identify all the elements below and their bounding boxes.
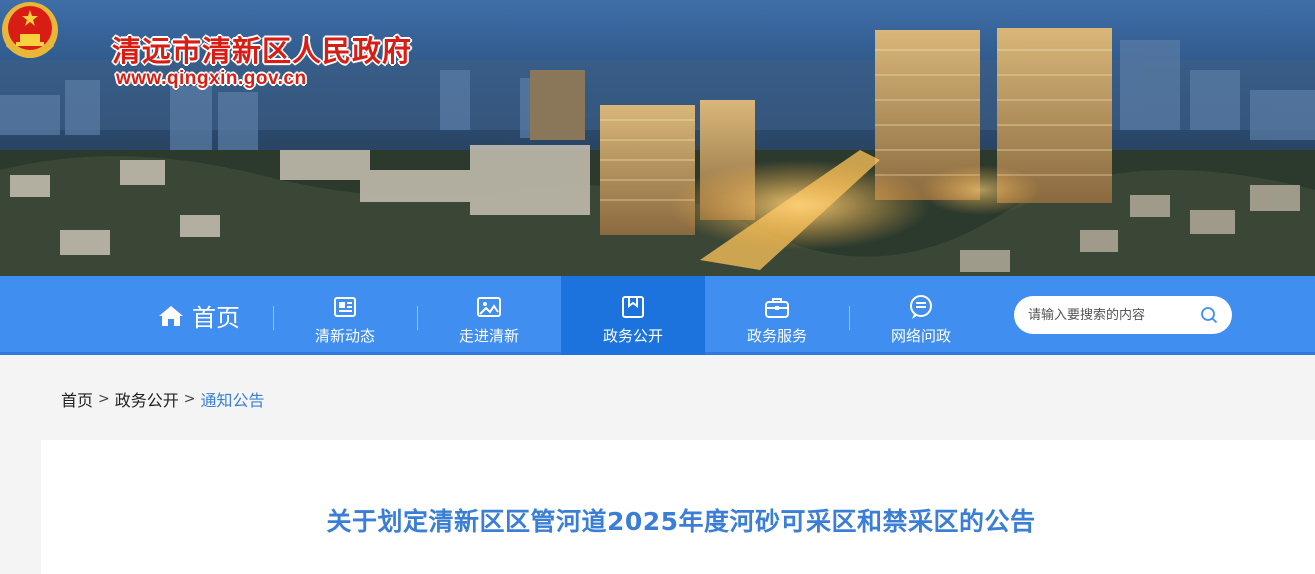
breadcrumb-separator: > [98,391,110,407]
nav-item-about[interactable]: 走进清新 [417,276,561,355]
article-panel: 关于划定清新区区管河道2025年度河砂可采区和禁采区的公告 [41,440,1315,574]
nav-item-label: 走进清新 [458,327,519,345]
nav-item-services[interactable]: 政务服务 [705,276,849,355]
breadcrumb-notices-link[interactable]: 通知公告 [201,387,265,411]
main-nav: 首页 清新动态 走进清新 政务公开 政务服务 网络问政 请输入要搜索的内容 [0,276,1315,355]
nav-item-label: 网络问政 [890,327,951,345]
nav-item-gov-affairs[interactable]: 政务公开 [561,276,705,355]
nav-item-label: 清新动态 [314,327,375,345]
search-box [1014,296,1232,334]
header-banner: 清远市清新区人民政府 www.qingxin.gov.cn [0,0,1315,276]
nav-item-label: 政务服务 [746,327,807,345]
breadcrumb-separator: > [183,391,196,407]
home-icon [159,305,183,326]
chat-bubble-icon [910,295,932,319]
search-input[interactable] [1028,296,1198,334]
archive-box-icon [622,296,644,318]
search-icon[interactable] [1200,306,1218,324]
national-emblem-icon [2,2,58,58]
nav-item-label: 政务公开 [602,327,663,345]
briefcase-icon [765,298,789,318]
site-title: 清远市清新区人民政府 [112,34,413,68]
breadcrumb: 首页 > 政务公开 > 通知公告 [61,387,265,411]
nav-item-news[interactable]: 清新动态 [273,276,417,355]
news-icon [334,297,356,317]
nav-home-label: 首页 [192,304,240,332]
article-title: 关于划定清新区区管河道2025年度河砂可采区和禁采区的公告 [326,507,1036,536]
site-url: www.qingxin.gov.cn [116,68,307,89]
breadcrumb-home-link[interactable]: 首页 [61,387,93,411]
picture-icon [477,297,501,317]
breadcrumb-gov-affairs-link[interactable]: 政务公开 [115,387,179,411]
nav-item-online-inquiry[interactable]: 网络问政 [849,276,993,355]
nav-home[interactable]: 首页 [158,276,240,355]
